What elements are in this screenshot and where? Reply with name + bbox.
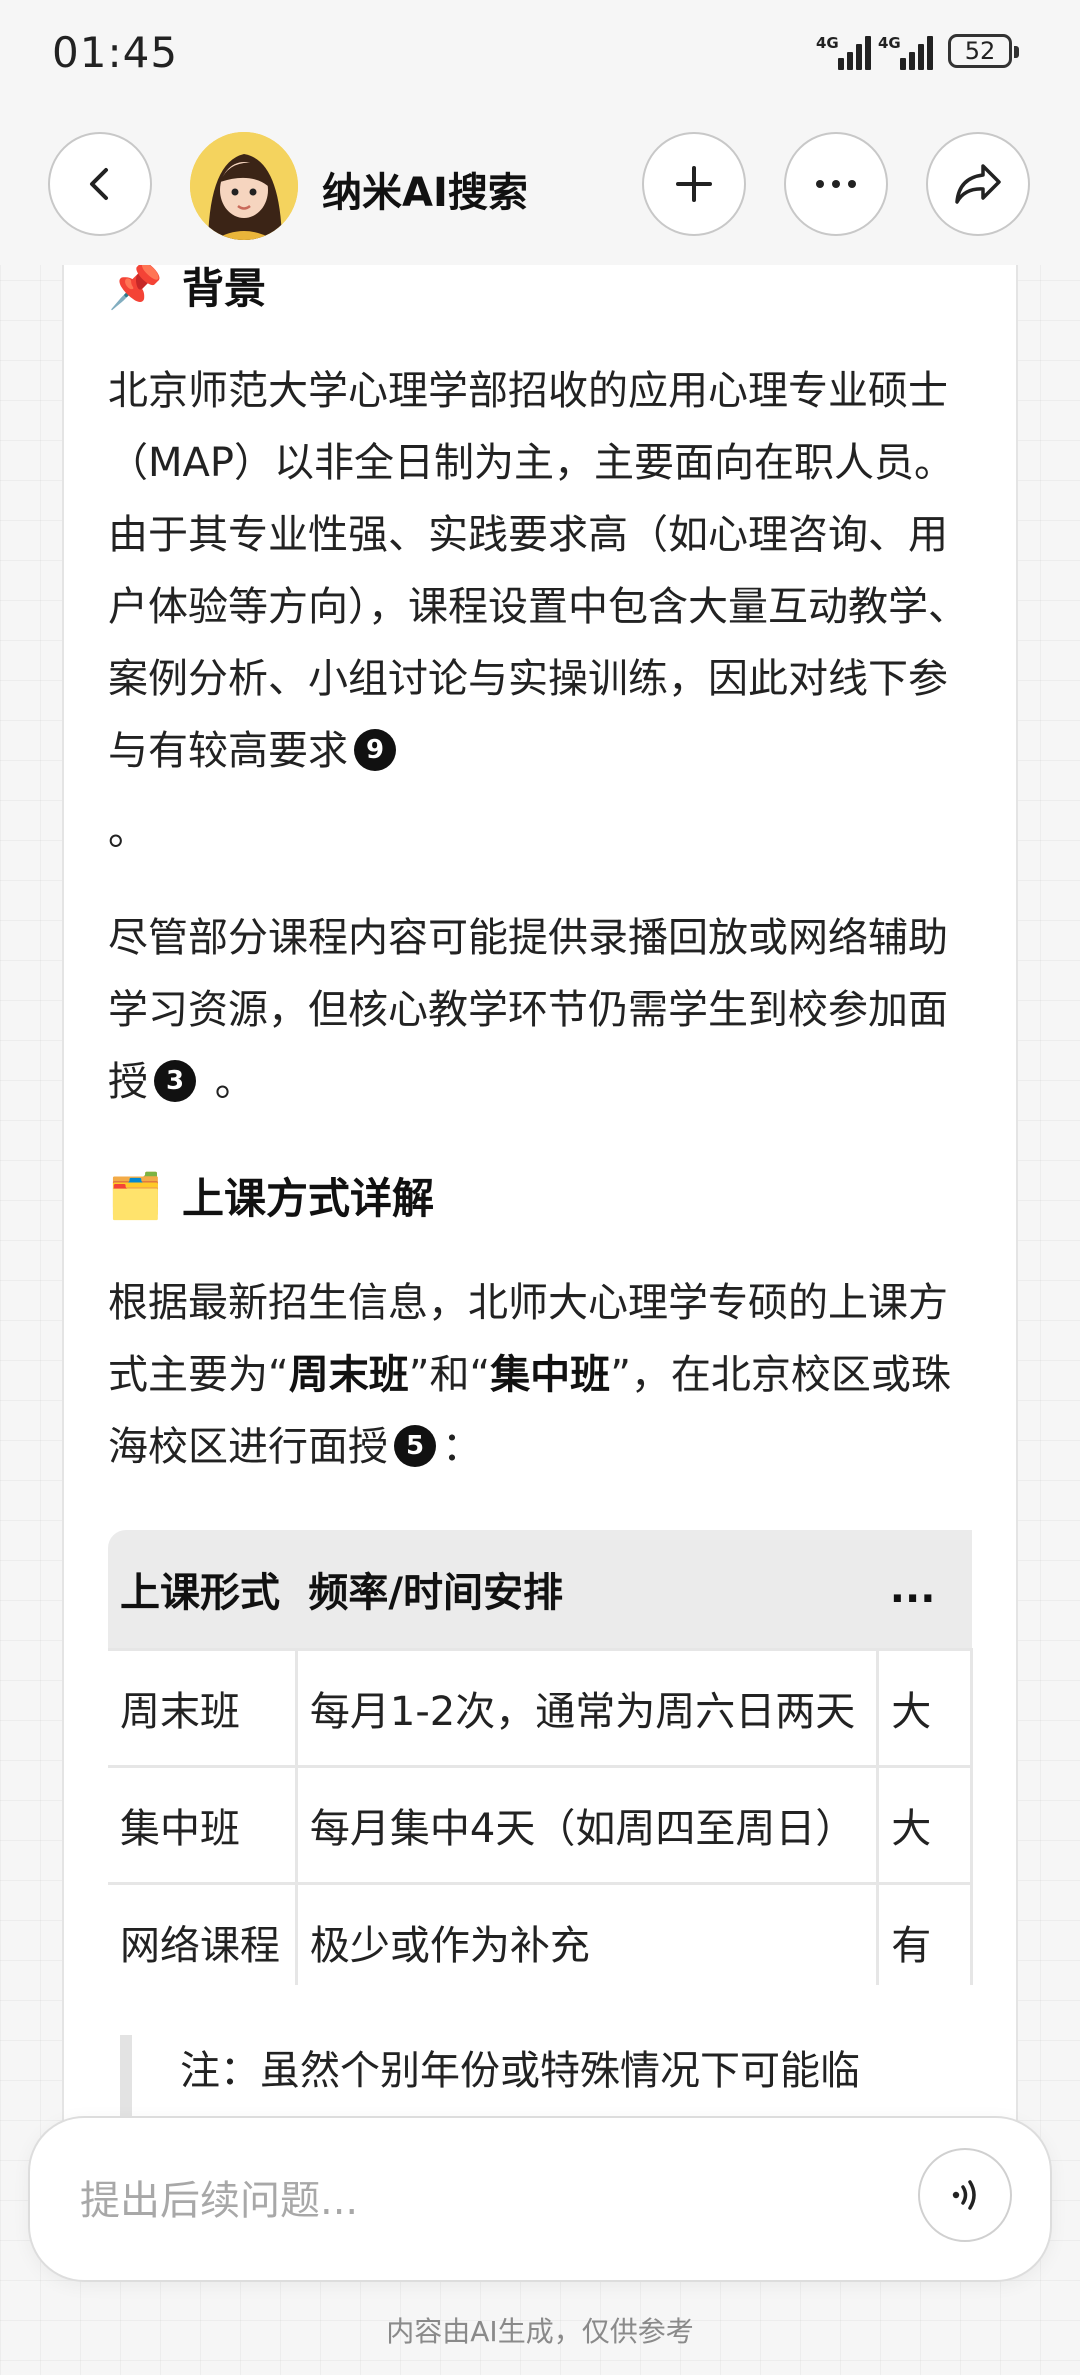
plus-icon [676,166,712,202]
share-icon [955,164,1001,204]
voice-wave-icon [952,2180,976,2210]
table-cell: 每月1-2次，通常为周六日两天 [294,1648,880,1768]
share-button[interactable] [926,132,1030,236]
more-button[interactable] [784,132,888,236]
table-cell: 网络课程 [108,1882,298,1985]
voice-button[interactable] [918,2148,1012,2242]
avatar[interactable] [190,132,298,240]
back-button[interactable] [48,132,152,236]
table-header-cell: 上课形式 [108,1530,297,1650]
table-header-cell: ... [877,1530,972,1650]
table-cell: 每月集中4天（如周四至周日） [294,1765,880,1885]
citation-badge[interactable]: 5 [394,1425,436,1467]
app-header: 纳米AI搜索 [0,110,1080,265]
class-format-table[interactable]: 上课形式 频率/时间安排 ... 周末班 每月1-2次，通常为周六日两天 大 集… [108,1530,973,1985]
pin-icon: 📌 [108,260,163,312]
follow-up-input[interactable]: 提出后续问题... [80,2168,358,2226]
citation-badge[interactable]: 9 [354,729,396,771]
background-paragraph-1: 北京师范大学心理学部招收的应用心理专业硕士（MAP）以非全日制为主，主要面向在职… [108,368,968,854]
ai-disclaimer: 内容由AI生成，仅供参考 [386,2315,694,2348]
status-bar: 01:45 4G 4G 52 [0,0,1080,110]
table-row: 周末班 每月1-2次，通常为周六日两天 大 [108,1648,973,1768]
avatar-image [190,132,298,240]
note-blockquote: 注：虽然个别年份或特殊情况下可能临 [120,2035,960,2125]
table-cell: 有 [876,1882,973,1985]
table-header-row: 上课形式 频率/时间安排 ... [108,1530,972,1650]
section-heading-methods: 🗂️ 上课方式详解 [108,1170,435,1224]
status-time: 01:45 [52,28,179,77]
new-chat-button[interactable] [642,132,746,236]
table-row: 网络课程 极少或作为补充 有 [108,1882,973,1985]
table-cell: 集中班 [108,1765,298,1885]
battery-indicator: 52 [948,34,1019,68]
folder-icon: 🗂️ [108,1170,163,1222]
follow-up-input-bar[interactable]: 提出后续问题... [30,2118,1050,2280]
table-cell: 大 [876,1648,973,1768]
app-title: 纳米AI搜索 [322,170,528,216]
table-cell: 周末班 [108,1648,298,1768]
citation-badge[interactable]: 3 [154,1060,196,1102]
table-cell: 极少或作为补充 [294,1882,880,1985]
background-paragraph-2: 尽管部分课程内容可能提供录播回放或网络辅助学习资源，但核心教学环节仍需学生到校参… [108,915,948,1105]
methods-paragraph: 根据最新招生信息，北师大心理学专硕的上课方式主要为“周末班”和“集中班”，在北京… [108,1280,951,1470]
table-header-cell: 频率/时间安排 [296,1530,878,1650]
back-icon [90,168,108,200]
more-icon [816,180,856,188]
table-row: 集中班 每月集中4天（如周四至周日） 大 [108,1765,973,1885]
table-cell: 大 [876,1765,973,1885]
